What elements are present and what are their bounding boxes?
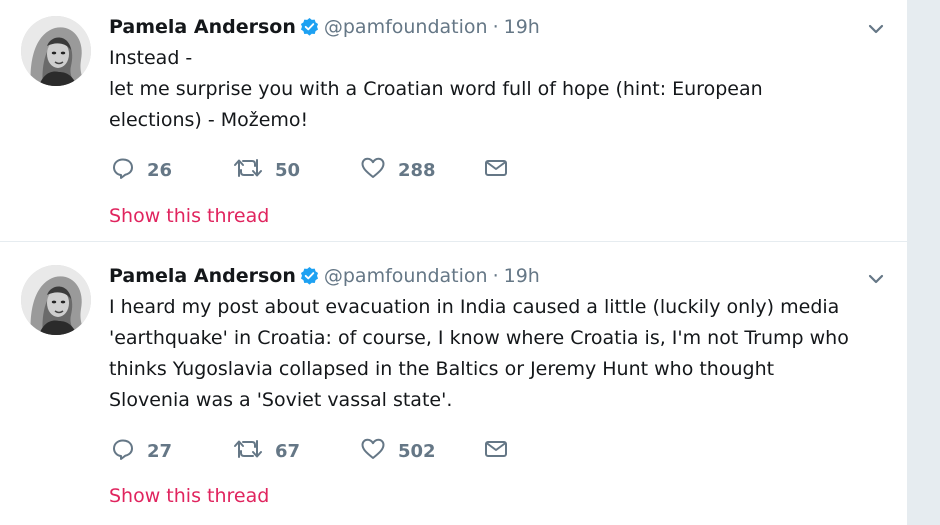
like-button[interactable]: 288 [360, 156, 436, 184]
heart-icon [360, 437, 386, 466]
retweet-count: 67 [275, 440, 301, 462]
tweet-text-line: Slovenia was a 'Soviet vassal state'. [109, 389, 453, 411]
tweet-text-line: 'earthquake' in Croatia: of course, I kn… [109, 327, 849, 349]
like-count: 502 [398, 440, 436, 462]
like-button[interactable]: 502 [360, 437, 436, 465]
avatar[interactable] [21, 16, 91, 86]
reply-count: 26 [147, 159, 173, 181]
show-thread-link[interactable]: Show this thread [109, 483, 269, 509]
retweet-button[interactable]: 50 [233, 156, 300, 184]
chevron-down-icon[interactable] [865, 268, 887, 290]
tweet[interactable]: Pamela Anderson @pamfoundation · 19h Instea… [0, 0, 907, 242]
envelope-icon [483, 437, 509, 466]
reply-button[interactable]: 26 [111, 156, 172, 184]
reply-icon [111, 437, 135, 466]
envelope-icon [483, 156, 509, 185]
reply-button[interactable]: 27 [111, 437, 172, 465]
tweet-header: Pamela Anderson @pamfoundation · 19h [109, 14, 540, 40]
tweet-text: I heard my post about evacuation in Indi… [109, 292, 889, 416]
author-handle[interactable]: @pamfoundation [324, 16, 488, 38]
tweet-text-line: I heard my post about evacuation in Indi… [109, 296, 840, 318]
tweet-text-line: Instead - [109, 47, 193, 69]
chevron-down-icon[interactable] [865, 18, 887, 40]
retweet-icon [233, 437, 263, 466]
separator: · [492, 16, 499, 38]
tweet-text-line: let me surprise you with a Croatian word… [109, 78, 763, 100]
avatar[interactable] [21, 265, 91, 335]
timeline-feed: Pamela Anderson @pamfoundation · 19h Instea… [0, 0, 907, 525]
author-handle[interactable]: @pamfoundation [324, 265, 488, 287]
show-thread-link[interactable]: Show this thread [109, 203, 269, 229]
retweet-button[interactable]: 67 [233, 437, 300, 465]
tweet-header: Pamela Anderson @pamfoundation · 19h [109, 263, 540, 289]
direct-message-button[interactable] [483, 437, 509, 465]
tweet-text-line: elections) - Možemo! [109, 109, 309, 131]
tweet-text-line: thinks Yugoslavia collapsed in the Balti… [109, 358, 775, 380]
retweet-icon [233, 156, 263, 185]
retweet-count: 50 [275, 159, 301, 181]
tweet-text: Instead - let me surprise you with a Cro… [109, 43, 889, 136]
separator: · [492, 265, 499, 287]
like-count: 288 [398, 159, 436, 181]
timestamp[interactable]: 19h [504, 16, 540, 38]
verified-badge-icon [300, 266, 319, 292]
heart-icon [360, 156, 386, 185]
reply-icon [111, 156, 135, 185]
direct-message-button[interactable] [483, 156, 509, 184]
reply-count: 27 [147, 440, 173, 462]
verified-badge-icon [300, 17, 319, 43]
tweet[interactable]: Pamela Anderson @pamfoundation · 19h I hear… [0, 243, 907, 525]
timestamp[interactable]: 19h [504, 265, 540, 287]
author-name[interactable]: Pamela Anderson [109, 16, 296, 38]
author-name[interactable]: Pamela Anderson [109, 265, 296, 287]
page-gutter [907, 0, 940, 525]
